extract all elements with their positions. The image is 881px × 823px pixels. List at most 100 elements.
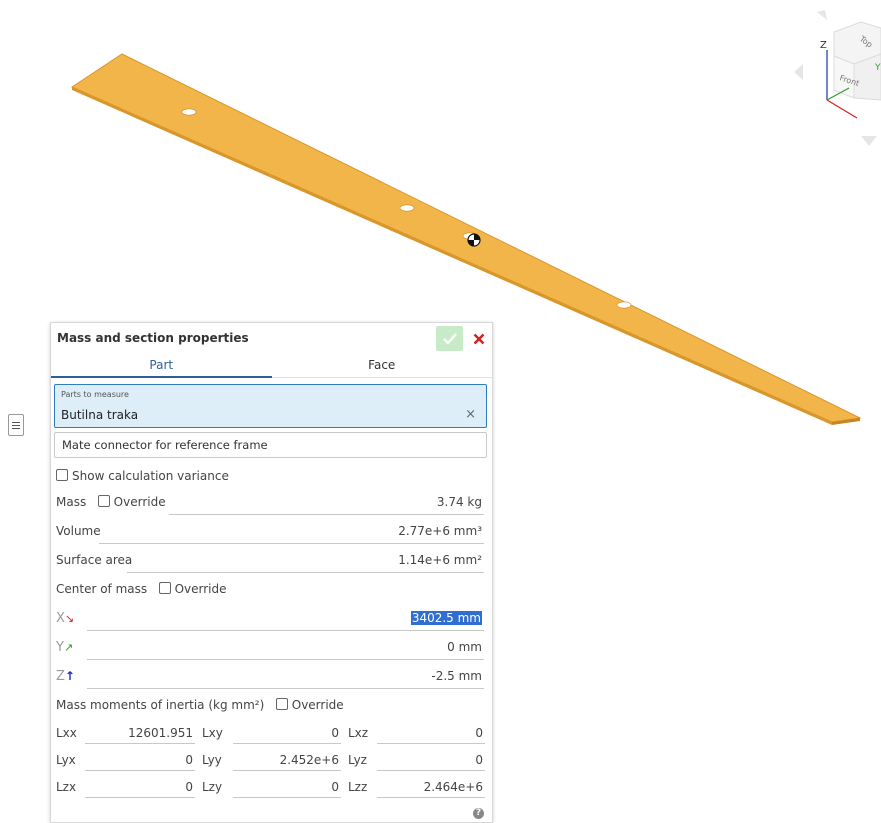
lxy-label: Lxy: [202, 726, 223, 740]
mass-label: Mass: [56, 495, 87, 509]
lxx-value[interactable]: 12601.951: [87, 726, 193, 740]
parts-to-measure-label: Parts to measure: [61, 390, 129, 399]
mass-override-label: Override: [113, 495, 166, 509]
lzy-label: Lzy: [202, 780, 223, 794]
checkmark-icon: [442, 332, 457, 345]
mass-properties-dialog: Mass and section properties Part Face Pa…: [50, 322, 493, 823]
tab-face[interactable]: Face: [272, 353, 493, 377]
inertia-override-label: Override: [291, 698, 344, 712]
divider: [87, 630, 484, 631]
divider: [233, 743, 341, 744]
inertia-row: Lxx 12601.951 Lxy 0 Lxz 0: [51, 720, 492, 747]
view-cube-y-label: Y: [874, 63, 881, 73]
com-x-row: X↘ 3402.5 mm: [51, 604, 492, 633]
center-of-mass-label: Center of mass: [56, 582, 148, 596]
lzz-value[interactable]: 2.464e+6: [379, 780, 483, 794]
hole: [616, 301, 632, 309]
divider: [377, 743, 485, 744]
divider: [377, 770, 485, 771]
divider: [233, 770, 341, 771]
z-axis-arrow-icon: ↑: [64, 669, 75, 683]
x-axis-arrow-icon: ↘: [64, 612, 75, 625]
close-button[interactable]: [467, 326, 491, 351]
view-cube[interactable]: Z Top Front Y: [791, 0, 881, 150]
view-cube-down-arrow: [861, 136, 877, 146]
parts-to-measure-value: Butilna traka: [61, 408, 139, 422]
show-variance-row: Show calculation variance: [51, 458, 492, 488]
inertia-row: Lzx 0 Lzy 0 Lzz 2.464e+6: [51, 774, 492, 801]
help-icon[interactable]: ?: [473, 808, 484, 819]
show-variance-checkbox[interactable]: [56, 469, 68, 481]
lyy-value[interactable]: 2.452e+6: [235, 753, 339, 767]
center-of-mass-override-checkbox[interactable]: [158, 582, 171, 594]
lxy-value[interactable]: 0: [235, 726, 339, 740]
com-z-value[interactable]: -2.5 mm: [431, 669, 482, 683]
com-y-row: Y↗ 0 mm: [51, 633, 492, 662]
com-y-value[interactable]: 0 mm: [447, 640, 482, 654]
z-axis-label: Z: [56, 669, 65, 684]
divider: [99, 543, 484, 544]
lzx-label: Lzx: [56, 780, 77, 794]
divider: [377, 797, 485, 798]
accept-button[interactable]: [436, 326, 463, 351]
center-of-mass-icon: [467, 233, 481, 247]
lyz-value[interactable]: 0: [379, 753, 483, 767]
x-axis-label: X: [56, 611, 65, 626]
divider: [85, 743, 195, 744]
volume-row: Volume 2.77e+6 mm³: [51, 517, 492, 546]
close-icon: [473, 333, 485, 344]
view-cube-z-label: Z: [820, 40, 827, 51]
mass-override-checkbox[interactable]: [97, 495, 110, 507]
tab-bar: Part Face: [51, 353, 492, 378]
clear-selection-icon[interactable]: ×: [465, 407, 476, 422]
inertia-override-checkbox[interactable]: [275, 698, 288, 710]
dialog-header: Mass and section properties: [51, 323, 492, 353]
lyx-label: Lyx: [56, 753, 76, 767]
tab-part[interactable]: Part: [51, 353, 272, 378]
lzy-value[interactable]: 0: [235, 780, 339, 794]
parts-to-measure-field[interactable]: Parts to measure Butilna traka ×: [54, 384, 487, 428]
divider: [169, 514, 484, 515]
divider: [233, 797, 341, 798]
feature-list-toggle-button[interactable]: [8, 414, 24, 436]
mass-value: 3.74 kg: [436, 495, 482, 509]
com-x-value[interactable]: 3402.5 mm: [410, 611, 482, 625]
surface-area-value: 1.14e+6 mm²: [398, 553, 482, 567]
divider: [127, 572, 484, 573]
menu-icon-line: [12, 427, 20, 429]
mate-connector-field[interactable]: Mate connector for reference frame: [54, 432, 487, 458]
lxx-label: Lxx: [56, 726, 77, 740]
inertia-row: Lyx 0 Lyy 2.452e+6 Lyz 0: [51, 747, 492, 774]
com-z-row: Z↑ -2.5 mm: [51, 662, 492, 691]
divider: [87, 688, 484, 689]
hole: [181, 108, 197, 116]
divider: [85, 770, 195, 771]
surface-area-row: Surface area 1.14e+6 mm²: [51, 546, 492, 575]
show-variance-label: Show calculation variance: [72, 469, 229, 483]
lyz-label: Lyz: [348, 753, 367, 767]
lxz-value[interactable]: 0: [379, 726, 483, 740]
volume-value: 2.77e+6 mm³: [398, 524, 482, 538]
divider: [87, 659, 484, 660]
hole: [399, 204, 415, 212]
surface-area-label: Surface area: [56, 553, 133, 567]
center-of-mass-row: Center of mass Override: [51, 575, 492, 604]
lzx-value[interactable]: 0: [87, 780, 193, 794]
mass-row: Mass Override 3.74 kg: [51, 488, 492, 517]
divider: [85, 797, 195, 798]
dialog-title: Mass and section properties: [57, 331, 249, 345]
view-cube-rotate-left-arrow: [817, 10, 827, 20]
inertia-label: Mass moments of inertia (kg mm²): [56, 698, 265, 712]
center-of-mass-override-label: Override: [174, 582, 227, 596]
view-cube-left-arrow: [794, 64, 803, 80]
lxz-label: Lxz: [348, 726, 369, 740]
volume-label: Volume: [56, 524, 101, 538]
menu-icon-line: [12, 424, 20, 426]
y-axis-label: Y: [56, 640, 64, 655]
inertia-header-row: Mass moments of inertia (kg mm²) Overrid…: [51, 691, 492, 720]
y-axis-arrow-icon: ↗: [63, 641, 74, 654]
lyy-label: Lyy: [202, 753, 222, 767]
menu-icon-line: [12, 421, 20, 423]
lzz-label: Lzz: [348, 780, 368, 794]
lyx-value[interactable]: 0: [87, 753, 193, 767]
